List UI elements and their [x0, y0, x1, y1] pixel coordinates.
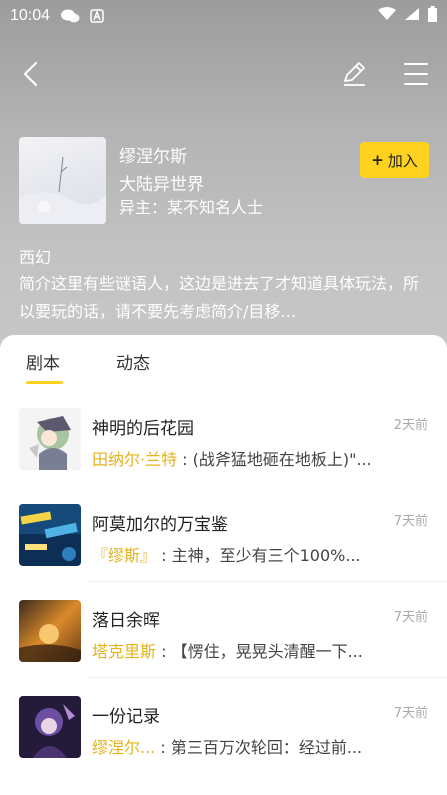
speaker-name: 『缪斯』: [92, 546, 157, 565]
script-name: 一份记录: [92, 707, 160, 727]
chat-icon: [60, 8, 80, 24]
script-row[interactable]: 神明的后花园 2天前 田纳尔·兰特 : (战斧猛地砸在地板上)"...: [0, 408, 447, 504]
script-thumbnail: [19, 408, 81, 470]
signal-icon: [404, 7, 420, 25]
tab-moments[interactable]: 动态: [116, 349, 150, 374]
status-time: 10:04: [10, 7, 51, 24]
last-message: 主神，至少有三个100%...: [171, 546, 361, 565]
speaker-name: 田纳尔·兰特: [92, 450, 178, 469]
script-thumbnail: [19, 600, 81, 662]
script-name: 阿莫加尔的万宝鉴: [92, 515, 228, 535]
status-right-icons: [378, 6, 437, 26]
back-arrow-icon[interactable]: [18, 60, 46, 88]
content-sheet: 剧本 动态 神明的后花园 2天前 田纳尔·兰特 : (战斧猛地砸在地板上)"..…: [0, 335, 447, 795]
tab-scripts[interactable]: 剧本: [26, 349, 60, 374]
world-description[interactable]: 简介这里有些谜语人，这边是进去了才知道具体玩法，所以要玩的话，请不要先考虑简介/…: [19, 270, 419, 326]
script-last-line: 『缪斯』 : 主神，至少有三个100%...: [92, 546, 361, 565]
script-time: 7天前: [393, 610, 428, 625]
speaker-name: 缪涅尔...: [92, 738, 156, 757]
last-message: (战斧猛地砸在地板上)"...: [192, 450, 372, 469]
script-thumbnail: [19, 504, 81, 566]
script-last-line: 塔克里斯 : 【愣住，晃晃头清醒一下...: [92, 642, 363, 661]
wifi-icon: [378, 7, 396, 25]
genre-tag: 西幻: [19, 248, 52, 267]
menu-icon[interactable]: [402, 60, 430, 88]
script-row[interactable]: 落日余晖 7天前 塔克里斯 : 【愣住，晃晃头清醒一下...: [0, 600, 447, 696]
script-name: 神明的后花园: [92, 419, 194, 439]
active-tab-indicator: [26, 381, 63, 384]
script-last-line: 田纳尔·兰特 : (战斧猛地砸在地板上)"...: [92, 450, 372, 469]
script-last-line: 缪涅尔... : 第三百万次轮回：经过前...: [92, 738, 363, 757]
plus-icon: +: [371, 151, 384, 169]
tab-bar: 剧本 动态: [0, 335, 447, 387]
script-time: 7天前: [393, 706, 428, 721]
battery-icon: [428, 6, 437, 26]
script-name: 落日余晖: [92, 611, 160, 631]
script-thumbnail: [19, 696, 81, 758]
world-owner: 异主：某不知名人士: [119, 198, 264, 217]
world-cover-image: [19, 137, 106, 224]
world-author: 缪涅尔斯: [119, 147, 187, 167]
script-row[interactable]: 阿莫加尔的万宝鉴 7天前 『缪斯』 : 主神，至少有三个100%...: [0, 504, 447, 600]
top-bar: [0, 52, 447, 96]
script-row[interactable]: 一份记录 7天前 缪涅尔... : 第三百万次轮回：经过前...: [0, 696, 447, 792]
join-button[interactable]: + 加入: [360, 142, 429, 178]
row-divider: [88, 677, 447, 678]
last-message: 【愣住，晃晃头清醒一下...: [171, 642, 363, 661]
world-info: 缪涅尔斯 大陆异世界 异主：某不知名人士: [119, 144, 263, 218]
status-bar: 10:04: [0, 0, 447, 32]
script-time: 7天前: [393, 514, 428, 529]
join-label: 加入: [387, 151, 418, 170]
edit-icon[interactable]: [340, 60, 368, 88]
notification-a-icon: [90, 9, 104, 23]
last-message: 第三百万次轮回：经过前...: [170, 738, 363, 757]
speaker-name: 塔克里斯: [92, 642, 157, 661]
script-time: 2天前: [393, 418, 428, 433]
row-divider: [88, 581, 447, 582]
world-title: 大陆异世界: [119, 175, 204, 195]
